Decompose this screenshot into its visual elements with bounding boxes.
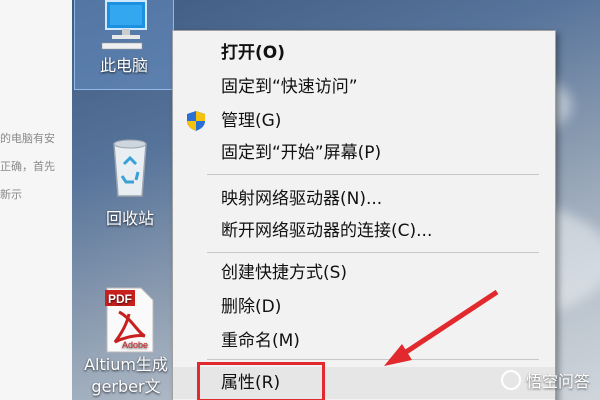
pdf-file-label-line2: gerber文 xyxy=(91,377,161,396)
menu-item-disconnect-network-drive[interactable]: 断开网络驱动器的连接(C)... xyxy=(173,215,555,247)
menu-item-map-network-drive[interactable]: 映射网络驱动器(N)... xyxy=(173,183,555,215)
properties-highlight-box xyxy=(197,362,325,400)
pdf-file-label-line1: Altium生成 xyxy=(84,355,168,374)
wukong-logo-icon xyxy=(500,370,521,390)
recycle-bin-desktop-icon[interactable]: 回收站 xyxy=(80,136,180,230)
this-pc-desktop-icon[interactable]: 此电脑 xyxy=(74,0,174,90)
menu-separator xyxy=(207,252,539,253)
pdf-document-icon: PDF Adobe xyxy=(105,287,154,353)
pdf-file-desktop-icon[interactable]: PDF Adobe Altium生成 gerber文 xyxy=(76,284,176,398)
recycle-bin-label: 回收站 xyxy=(105,209,154,228)
menu-item-rename[interactable]: 重命名(M) xyxy=(173,325,555,357)
pdf-badge-text: PDF xyxy=(108,292,132,306)
menu-item-create-shortcut[interactable]: 创建快捷方式(S) xyxy=(173,257,555,289)
page-text-fragment: 正确，首先 xyxy=(0,160,55,173)
computer-icon xyxy=(101,0,147,50)
page-text-fragment: 的电脑有安 xyxy=(0,132,55,145)
uac-shield-icon xyxy=(187,111,205,131)
menu-item-delete[interactable]: 删除(D) xyxy=(173,291,555,323)
menu-item-manage[interactable]: 管理(G) xyxy=(173,105,555,137)
menu-separator xyxy=(207,174,539,175)
recycle-bin-icon xyxy=(113,139,147,197)
menu-item-open[interactable]: 打开(O) xyxy=(173,37,555,69)
context-menu: 打开(O) 固定到“快速访问” 管理(G) 固定到“开始”屏幕(P) 映射网络驱… xyxy=(172,30,556,400)
menu-item-pin-quick-access[interactable]: 固定到“快速访问” xyxy=(173,71,555,103)
page-text-fragment: 新示 xyxy=(0,188,22,201)
menu-separator xyxy=(207,359,539,360)
this-pc-label: 此电脑 xyxy=(99,56,148,75)
watermark-text: 悟空问答 xyxy=(525,372,590,391)
background-page: 的电脑有安 正确，首先 新示 xyxy=(0,0,72,400)
adobe-text: Adobe xyxy=(122,340,148,350)
watermark: 悟空问答 xyxy=(500,368,590,392)
menu-item-pin-start[interactable]: 固定到“开始”屏幕(P) xyxy=(173,137,555,169)
